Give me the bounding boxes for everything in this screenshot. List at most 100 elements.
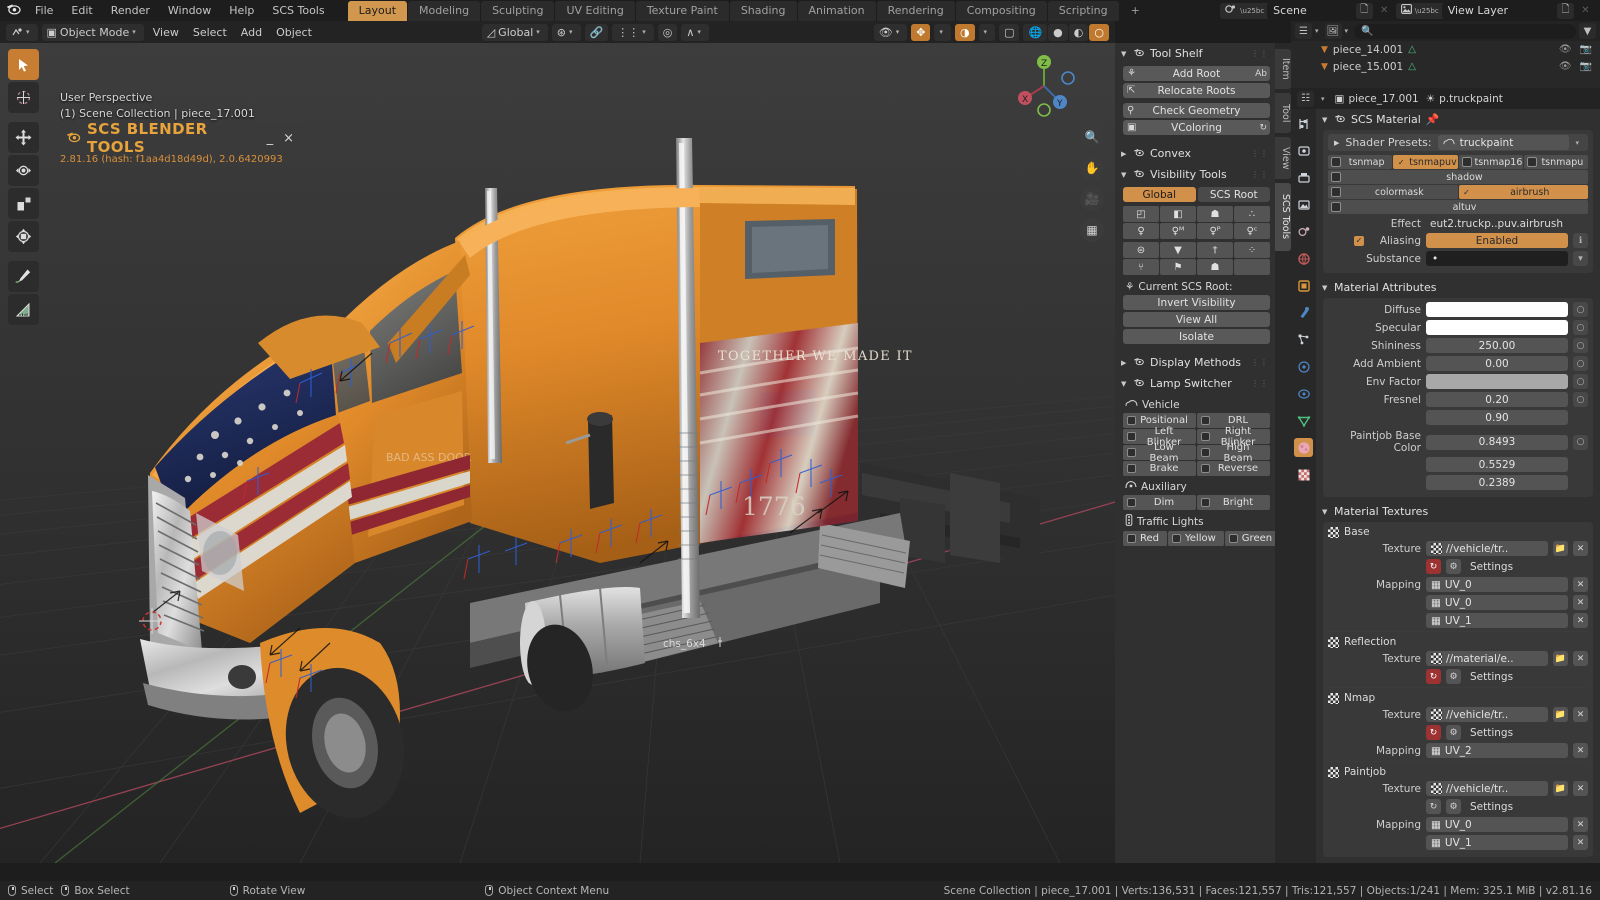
outliner-editor[interactable]: ☰ ▾ 🖼 ▾ 🔍 ▼ ▼ piece_14.001 △ 👁 📷 ▼ piece…: [1291, 21, 1600, 88]
menu-help[interactable]: Help: [220, 3, 263, 18]
lamp-reverse-checkbox[interactable]: Reverse: [1197, 461, 1270, 476]
lamp-bright-checkbox[interactable]: Bright: [1197, 495, 1270, 510]
outliner-row-piece-14[interactable]: ▼ piece_14.001 △ 👁 📷: [1291, 41, 1600, 58]
isolate-button[interactable]: Isolate: [1123, 329, 1270, 344]
nmap-mapping-delete[interactable]: ✕: [1573, 743, 1588, 758]
reflection-texture-delete-button[interactable]: ✕: [1573, 651, 1588, 666]
outliner-expand-icon-2[interactable]: ▼: [1321, 62, 1328, 72]
convex-header[interactable]: ▶ Convex ⋮⋮: [1115, 143, 1275, 164]
scs-tool-shelf[interactable]: ▼ Tool Shelf ⋮⋮ ⚘ Add Root Ab ⇱ Relocate…: [1115, 43, 1275, 863]
specular-animate-icon[interactable]: ○: [1573, 320, 1588, 335]
vis-spawn-icon-button[interactable]: †: [1197, 242, 1233, 258]
new-view-layer-button[interactable]: 🗋: [1557, 2, 1574, 19]
refresh-icon[interactable]: ↻: [1259, 123, 1267, 133]
vis-trigger-point-icon-button[interactable]: ☗: [1197, 259, 1233, 275]
paintjob-reload-icon[interactable]: ↻: [1426, 799, 1441, 814]
properties-tab-scene[interactable]: [1294, 222, 1313, 241]
lamp-brake-checkbox[interactable]: Brake: [1123, 461, 1196, 476]
disable-in-renders-icon-2[interactable]: 📷: [1580, 61, 1592, 72]
nmap-reload-icon[interactable]: ↻: [1426, 725, 1441, 740]
scene-name[interactable]: Scene: [1267, 2, 1353, 19]
base-reload-icon[interactable]: ↻: [1426, 559, 1441, 574]
vis-locator-icon-button[interactable]: ♀: [1123, 223, 1159, 239]
tab-add-workspace[interactable]: +: [1120, 1, 1151, 21]
tab-modeling[interactable]: Modeling: [408, 0, 481, 21]
paintjob-texture-delete-button[interactable]: ✕: [1573, 781, 1588, 796]
paintjob-base-color-b[interactable]: 0.2389: [1426, 475, 1568, 490]
annotate-tool[interactable]: [8, 261, 39, 292]
flag-altuv[interactable]: altuv: [1328, 200, 1588, 214]
tab-compositing[interactable]: Compositing: [955, 0, 1047, 21]
tab-scripting[interactable]: Scripting: [1047, 0, 1119, 21]
scs-panel-titlebar[interactable]: SCS BLENDER TOOLS _ ×: [60, 120, 305, 156]
scope-global-button[interactable]: Global: [1123, 187, 1196, 202]
flag-shadow[interactable]: shadow: [1328, 170, 1588, 184]
camera-view-icon[interactable]: 🎥: [1080, 187, 1104, 211]
lamp-red-checkbox[interactable]: Red: [1123, 531, 1167, 546]
menu-file[interactable]: File: [26, 3, 62, 18]
outliner-display-mode-button[interactable]: 🖼: [1324, 23, 1342, 39]
aliasing-toggle[interactable]: ✓ Enabled: [1354, 233, 1568, 248]
cursor-tool[interactable]: [8, 82, 39, 113]
breadcrumb-material-name[interactable]: p.truckpaint: [1439, 93, 1503, 105]
shininess-animate-icon[interactable]: ○: [1573, 338, 1588, 353]
tab-uv-editing[interactable]: UV Editing: [555, 0, 635, 21]
properties-tab-object[interactable]: [1294, 276, 1313, 295]
measure-tool[interactable]: [8, 294, 39, 325]
paintjob-texture-folder-button[interactable]: 📁: [1553, 781, 1568, 796]
add-root-button[interactable]: ⚘ Add Root Ab: [1123, 66, 1270, 81]
reflection-settings-gear-icon[interactable]: ⚙: [1446, 669, 1461, 684]
base-settings-gear-icon[interactable]: ⚙: [1446, 559, 1461, 574]
lamp-yellow-checkbox[interactable]: Yellow: [1168, 531, 1224, 546]
material-textures-header[interactable]: ▼ Material Textures: [1316, 501, 1600, 522]
base-mapping-value-2[interactable]: ▦ UV_0: [1426, 595, 1568, 610]
properties-editor-type-button[interactable]: ☷: [1297, 90, 1314, 107]
viewport-menu-select[interactable]: Select: [188, 24, 232, 41]
paintjob-mapping-value-1[interactable]: ▦ UV_0: [1426, 817, 1568, 832]
pan-hand-icon[interactable]: ✋: [1080, 156, 1104, 180]
env-factor-color-swatch[interactable]: [1426, 374, 1568, 389]
menu-scs-tools[interactable]: SCS Tools: [263, 3, 333, 18]
nmap-settings-gear-icon[interactable]: ⚙: [1446, 725, 1461, 740]
vis-collision-icon-button[interactable]: ∴: [1234, 206, 1270, 222]
solid-shading-button[interactable]: ●: [1048, 23, 1068, 41]
tab-texture-paint[interactable]: Texture Paint: [635, 0, 729, 21]
disable-in-renders-icon[interactable]: 📷: [1580, 44, 1592, 55]
gizmo-options[interactable]: ▾: [934, 23, 951, 41]
pivot-point-selector[interactable]: ⊛ ▾: [551, 23, 581, 41]
nmap-texture-path[interactable]: //vehicle/tr..: [1426, 707, 1548, 722]
vis-navigation-icon-button[interactable]: ⑂: [1123, 259, 1159, 275]
base-mapping-value-3[interactable]: ▦ UV_1: [1426, 613, 1568, 628]
vis-mesh-icon-button[interactable]: ◰: [1123, 206, 1159, 222]
paintjob-settings-gear-icon[interactable]: ⚙: [1446, 799, 1461, 814]
wireframe-shading-button[interactable]: 🌐: [1023, 23, 1048, 41]
navigation-gizmo[interactable]: Z X Y: [1011, 53, 1077, 119]
fresnel-animate-icon[interactable]: ○: [1573, 392, 1588, 407]
vis-map-point-icon-button[interactable]: ⚑: [1160, 259, 1196, 275]
tab-animation[interactable]: Animation: [797, 0, 876, 21]
mesh-data-icon-2[interactable]: △: [1408, 61, 1416, 72]
lamp-dim-checkbox[interactable]: Dim: [1123, 495, 1196, 510]
flag-tsnmap[interactable]: tsnmap: [1328, 155, 1393, 169]
vis-model-locator-icon-button[interactable]: ♀ᴹ: [1160, 223, 1196, 239]
3d-viewport[interactable]: TOGETHER WE MADE IT 1776 BAD ASS DOOR ch…: [0, 43, 1115, 863]
display-methods-header[interactable]: ▶ Display Methods ⋮⋮: [1115, 352, 1275, 373]
paintjob-mapping-value-2[interactable]: ▦ UV_1: [1426, 835, 1568, 850]
base-texture-folder-button[interactable]: 📁: [1553, 541, 1568, 556]
menu-window[interactable]: Window: [159, 3, 220, 18]
paintjob-base-color-r[interactable]: 0.8493: [1426, 434, 1568, 450]
outliner-search-input[interactable]: 🔍: [1354, 23, 1576, 39]
base-mapping-delete-3[interactable]: ✕: [1573, 613, 1588, 628]
transform-orientation-selector[interactable]: ◿ Global ▾: [481, 23, 548, 41]
snap-target-selector[interactable]: ⋮⋮ ▾: [612, 23, 654, 41]
view-all-button[interactable]: View All: [1123, 312, 1270, 327]
sidebar-tab-item[interactable]: Item: [1275, 49, 1291, 89]
editor-type-selector[interactable]: ▾: [6, 23, 38, 41]
paintjob-texture-path[interactable]: //vehicle/tr..: [1426, 781, 1548, 796]
shader-presets-row[interactable]: ▶ Shader Presets: truckpaint ▾: [1328, 134, 1588, 151]
viewport-menu-object[interactable]: Object: [271, 24, 317, 41]
pin-icon[interactable]: 📌: [1426, 113, 1440, 126]
paintjob-animate-icon[interactable]: ○: [1573, 434, 1588, 450]
snap-toggle[interactable]: 🔗: [584, 23, 609, 41]
lamp-high-beam-checkbox[interactable]: High Beam: [1197, 442, 1270, 464]
